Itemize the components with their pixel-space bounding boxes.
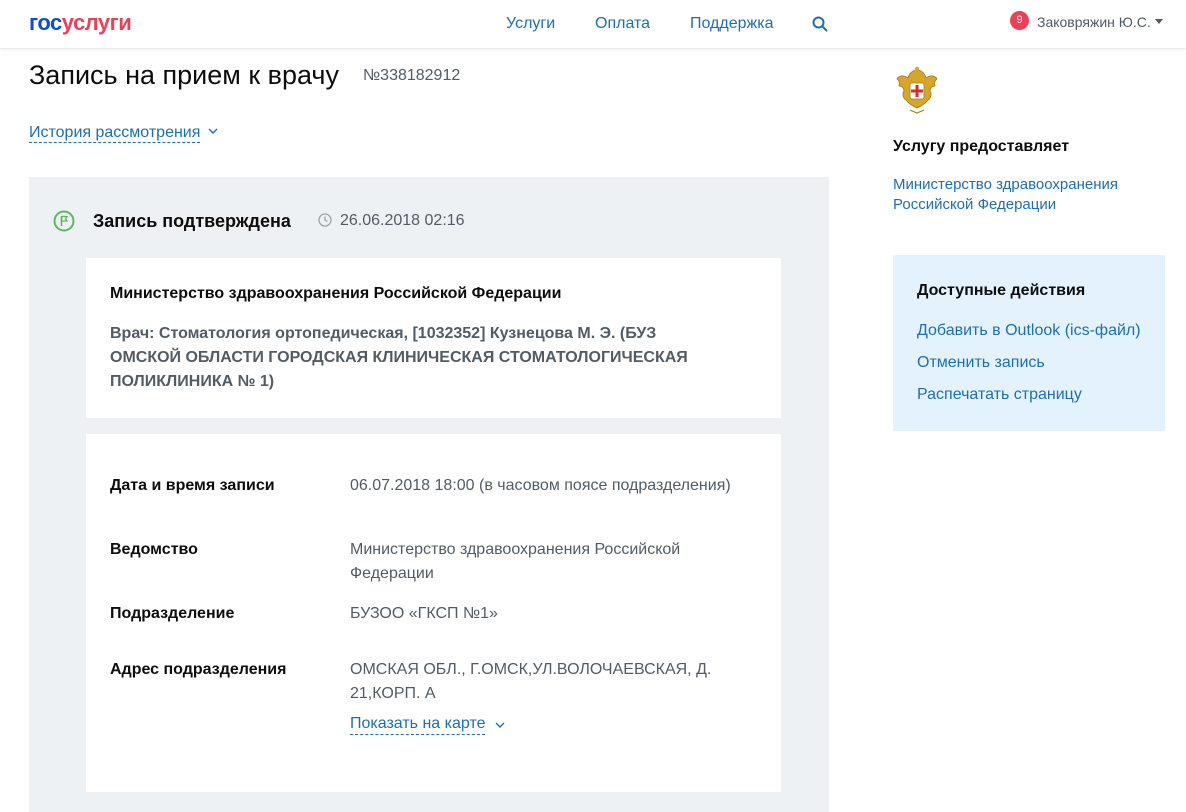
nav-services[interactable]: Услуги	[506, 15, 555, 33]
header: госуслуги Услуги Оплата Поддержка 9 Зако…	[0, 0, 1186, 49]
logo-part-gos: гос	[29, 10, 62, 35]
detail-value: 06.07.2018 18:00 (в часовом поясе подраз…	[350, 477, 731, 494]
details-card: Дата и время записи 06.07.2018 18:00 (в …	[86, 434, 781, 792]
provider-heading: Услугу предоставляет	[893, 138, 1070, 155]
detail-label: Дата и время записи	[110, 477, 275, 494]
show-on-map-link[interactable]: Показать на карте	[350, 714, 486, 735]
add-to-outlook-link[interactable]: Добавить в Outlook (ics-файл)	[917, 322, 1141, 340]
provider-link[interactable]: Министерство здравоохранения Российской …	[893, 175, 1153, 215]
detail-value: ОМСКАЯ ОБЛ., Г.ОМСК,УЛ.ВОЛОЧАЕВСКАЯ, Д. …	[350, 661, 712, 702]
gosuslugi-logo[interactable]: госуслуги	[29, 10, 132, 35]
card-doctor: Врач: Стоматология ортопедическая, [1032…	[110, 325, 688, 390]
actions-heading: Доступные действия	[917, 282, 1086, 299]
user-name[interactable]: Заковряжин Ю.С.	[1037, 14, 1151, 30]
chevron-down-icon[interactable]	[208, 127, 218, 135]
page-title: Запись на прием к врачу	[29, 60, 339, 90]
notifications-badge[interactable]: 9	[1010, 11, 1029, 30]
doctor-card: Министерство здравоохранения Российской …	[86, 258, 781, 418]
order-number: №338182912	[363, 67, 461, 84]
chevron-down-icon[interactable]	[495, 721, 505, 729]
card-organization: Министерство здравоохранения Российской …	[110, 285, 562, 302]
detail-label: Ведомство	[110, 541, 198, 558]
detail-value: БУЗОО «ГКСП №1»	[350, 605, 498, 622]
history-link[interactable]: История рассмотрения	[29, 124, 201, 143]
actions-box: Доступные действия Добавить в Outlook (i…	[893, 255, 1165, 431]
search-icon[interactable]	[812, 16, 828, 32]
nav-support[interactable]: Поддержка	[690, 15, 773, 33]
caret-down-icon[interactable]	[1155, 19, 1163, 24]
status-date: 26.06.2018 02:16	[340, 212, 465, 229]
status-title: Запись подтверждена	[93, 211, 291, 231]
logo-part-uslugi: услуги	[61, 10, 132, 35]
detail-label: Адрес подразделения	[110, 661, 287, 678]
print-page-link[interactable]: Распечатать страницу	[917, 386, 1082, 404]
clock-icon	[318, 213, 332, 227]
nav-payment[interactable]: Оплата	[595, 15, 650, 33]
flag-icon	[53, 210, 75, 232]
cancel-appointment-link[interactable]: Отменить запись	[917, 354, 1045, 372]
emblem-icon	[896, 66, 938, 114]
detail-label: Подразделение	[110, 605, 235, 622]
detail-value: Министерство здравоохранения Российской …	[350, 541, 681, 582]
